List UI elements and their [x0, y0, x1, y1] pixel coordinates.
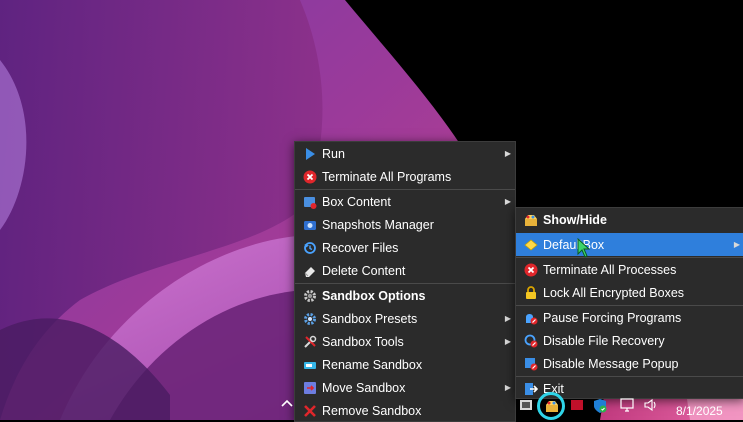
- terminate-icon: [303, 170, 317, 184]
- gear-icon: [303, 289, 317, 303]
- menu-item-delete-content[interactable]: Delete Content: [295, 259, 515, 282]
- menu-item-terminate-all-programs[interactable]: Terminate All Programs: [295, 165, 515, 188]
- tray-app-icon[interactable]: [519, 398, 533, 412]
- menu-item-lock-all-encrypted-boxes[interactable]: Lock All Encrypted Boxes: [516, 281, 743, 304]
- terminate-icon: [524, 263, 538, 277]
- rename-icon: [303, 358, 317, 372]
- menu-item-snapshots-manager[interactable]: Snapshots Manager: [295, 213, 515, 236]
- submenu-arrow-icon: ▶: [504, 337, 511, 346]
- submenu-arrow-icon: ▶: [504, 314, 511, 323]
- menu-item-run[interactable]: Run ▶: [295, 142, 515, 165]
- tray-context-menu: Show/Hide DefaultBox ▶ Terminate All Pro…: [515, 207, 743, 399]
- menu-item-pause-forcing-programs[interactable]: Pause Forcing Programs: [516, 306, 743, 329]
- menu-item-sandbox-presets[interactable]: Sandbox Presets ▶: [295, 307, 515, 330]
- volume-icon[interactable]: [643, 398, 659, 412]
- menu-item-disable-file-recovery[interactable]: Disable File Recovery: [516, 329, 743, 352]
- disable-popup-icon: [524, 357, 538, 371]
- menu-item-disable-message-popup[interactable]: Disable Message Popup: [516, 352, 743, 375]
- network-icon[interactable]: [619, 398, 635, 412]
- menu-item-sandbox-tools[interactable]: Sandbox Tools ▶: [295, 330, 515, 353]
- security-shield-icon[interactable]: [592, 398, 608, 414]
- taskbar: [0, 392, 743, 420]
- eraser-icon: [303, 264, 317, 278]
- sandboxie-tray-highlight[interactable]: [537, 392, 565, 420]
- sandbox-context-menu: Run ▶ Terminate All Programs Box Content…: [294, 141, 516, 422]
- menu-item-defaultbox[interactable]: DefaultBox ▶: [516, 233, 743, 256]
- show-hidden-icons-chevron-icon[interactable]: [281, 398, 293, 408]
- menu-item-terminate-all-processes[interactable]: Terminate All Processes: [516, 258, 743, 281]
- submenu-arrow-icon: ▶: [504, 149, 511, 158]
- recover-icon: [303, 241, 317, 255]
- pause-forcing-icon: [524, 311, 538, 325]
- menu-item-box-content[interactable]: Box Content ▶: [295, 190, 515, 213]
- box-content-icon: [303, 195, 317, 209]
- menu-item-recover-files[interactable]: Recover Files: [295, 236, 515, 259]
- sandbox-icon: [524, 213, 538, 227]
- submenu-arrow-icon: ▶: [504, 383, 511, 392]
- presets-icon: [303, 312, 317, 326]
- box-icon: [524, 238, 538, 252]
- lock-icon: [524, 285, 538, 300]
- disable-recovery-icon: [524, 334, 538, 348]
- menu-item-show-hide[interactable]: Show/Hide: [516, 208, 743, 231]
- play-icon: [303, 147, 317, 161]
- menu-item-rename-sandbox[interactable]: Rename Sandbox: [295, 353, 515, 376]
- submenu-arrow-icon: ▶: [504, 197, 511, 206]
- taskbar-date[interactable]: 8/1/2025: [676, 404, 723, 418]
- mouse-cursor-icon: [577, 238, 591, 258]
- menu-item-sandbox-options[interactable]: Sandbox Options: [295, 284, 515, 307]
- camera-icon: [303, 218, 317, 232]
- tools-icon: [303, 335, 317, 349]
- red-tray-app-icon[interactable]: [570, 399, 584, 411]
- submenu-arrow-icon: ▶: [733, 240, 740, 249]
- sandboxie-tray-icon: [546, 401, 558, 412]
